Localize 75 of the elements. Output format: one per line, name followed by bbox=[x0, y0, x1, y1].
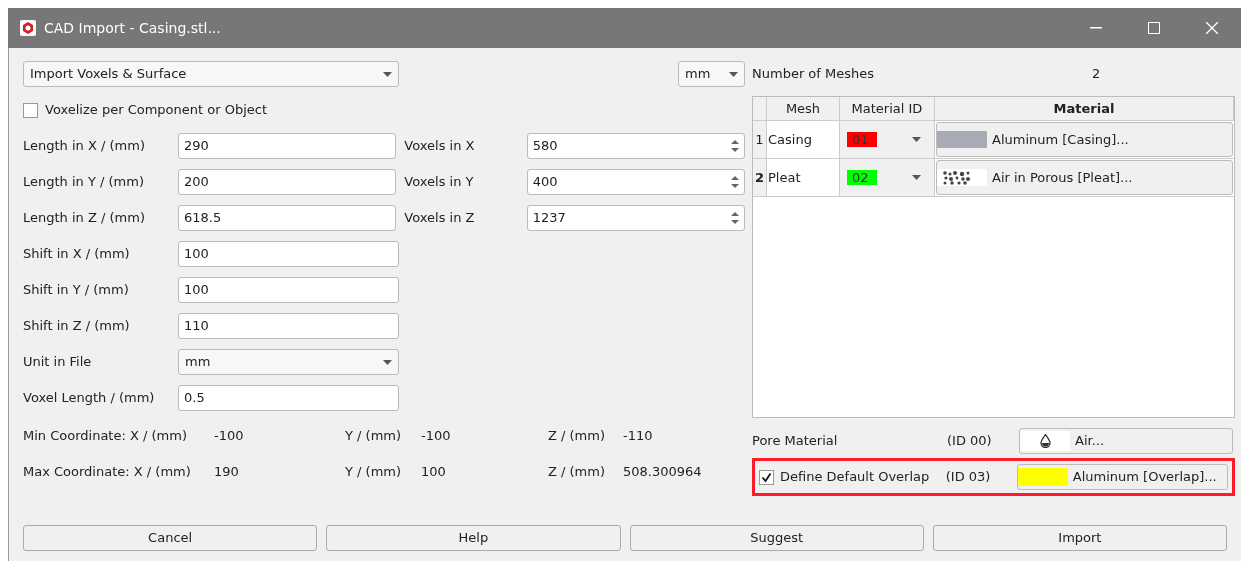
coordinate-value: -110 bbox=[623, 427, 653, 446]
unit-dropdown[interactable]: mm bbox=[678, 61, 745, 87]
row-header[interactable]: 2 bbox=[753, 159, 767, 196]
field-label: Length in Z / (mm) bbox=[23, 209, 146, 228]
material-button[interactable]: Air in Porous [Pleat]... bbox=[936, 160, 1233, 195]
mesh-count-value: 2 bbox=[1092, 65, 1101, 84]
column-header[interactable]: Material ID bbox=[840, 97, 935, 120]
input-field[interactable]: 100 bbox=[178, 241, 399, 267]
window-title: CAD Import - Casing.stl... bbox=[44, 18, 221, 38]
material-id-label: (ID 00) bbox=[947, 432, 993, 451]
maximize-icon bbox=[1148, 22, 1160, 34]
coordinate-label: Y / (mm) bbox=[345, 463, 403, 482]
field-label: Length in Y / (mm) bbox=[23, 173, 145, 192]
coordinate-label: Z / (mm) bbox=[548, 463, 607, 482]
coordinate-value: 100 bbox=[421, 463, 447, 482]
coordinate-label: Max Coordinate: X / (mm) bbox=[23, 463, 192, 482]
material-id-dropdown[interactable]: 02 bbox=[840, 159, 935, 196]
pore-material-button[interactable]: Air... bbox=[1019, 428, 1233, 454]
column-header[interactable]: Material bbox=[935, 97, 1234, 120]
close-icon bbox=[1206, 22, 1218, 34]
coordinate-value: -100 bbox=[214, 427, 245, 446]
field-label: Pore Material bbox=[752, 432, 839, 451]
spin-arrows-icon bbox=[731, 212, 739, 224]
input-field[interactable]: 100 bbox=[178, 277, 399, 303]
unit-in-file-dropdown[interactable]: mm bbox=[178, 349, 399, 375]
dialog-button[interactable]: Suggest bbox=[629, 525, 924, 551]
checkbox-label: Voxelize per Component or Object bbox=[45, 101, 267, 120]
field-label: Number of Meshes bbox=[752, 65, 875, 84]
dialog-button[interactable]: Import bbox=[932, 525, 1227, 551]
input-field[interactable]: 290 bbox=[178, 133, 397, 159]
row-header[interactable]: 1 bbox=[753, 121, 767, 158]
checkbox[interactable] bbox=[759, 469, 774, 485]
minimize-icon bbox=[1090, 27, 1102, 29]
caret-icon bbox=[912, 175, 921, 180]
dialog-button[interactable]: Help bbox=[326, 525, 621, 551]
column-header[interactable]: Mesh bbox=[767, 97, 840, 120]
checkbox-label: Define Default Overlap bbox=[780, 468, 931, 487]
field-label: Voxels in X bbox=[404, 137, 476, 156]
material-button[interactable]: Aluminum [Casing]... bbox=[936, 122, 1233, 157]
input-field[interactable]: 618.5 bbox=[178, 205, 397, 231]
number-spinbox[interactable]: 1237 bbox=[526, 205, 745, 231]
field-label: Shift in Y / (mm) bbox=[23, 281, 130, 300]
number-spinbox[interactable]: 580 bbox=[526, 133, 745, 159]
dialog-button[interactable]: Cancel bbox=[23, 525, 318, 551]
field-label: Shift in Z / (mm) bbox=[23, 317, 131, 336]
checkbox[interactable] bbox=[23, 102, 38, 118]
material-id-label: (ID 03) bbox=[945, 468, 992, 487]
coordinate-value: 190 bbox=[214, 463, 240, 482]
coordinate-label: Y / (mm) bbox=[345, 427, 403, 446]
droplet-icon bbox=[1039, 434, 1051, 448]
coordinate-label: Min Coordinate: X / (mm) bbox=[23, 427, 188, 446]
material-id-tag: 01 bbox=[847, 132, 877, 147]
mode-dropdown[interactable]: Import Voxels & Surface bbox=[23, 61, 399, 87]
coordinate-value: 508.300964 bbox=[623, 463, 702, 482]
caret-icon bbox=[383, 71, 392, 77]
field-label: Voxels in Y bbox=[404, 173, 475, 192]
spin-arrows-icon bbox=[731, 176, 739, 188]
caret-icon bbox=[912, 137, 921, 142]
field-label: Voxels in Z bbox=[404, 209, 476, 228]
input-field[interactable]: 200 bbox=[178, 169, 397, 195]
caret-icon bbox=[729, 71, 738, 77]
app-logo-icon bbox=[20, 20, 36, 36]
field-label: Length in X / (mm) bbox=[23, 137, 146, 156]
material-id-tag: 02 bbox=[847, 170, 877, 185]
overlap-material-button[interactable]: Aluminum [Overlap]... bbox=[1016, 464, 1228, 490]
input-field[interactable]: 0.5 bbox=[178, 385, 399, 411]
caret-icon bbox=[383, 359, 392, 365]
coordinate-value: -100 bbox=[421, 427, 452, 446]
number-spinbox[interactable]: 400 bbox=[526, 169, 745, 195]
field-label: Shift in X / (mm) bbox=[23, 245, 131, 264]
field-label: Unit in File bbox=[23, 353, 93, 372]
spin-arrows-icon bbox=[731, 140, 739, 152]
input-field[interactable]: 110 bbox=[178, 313, 399, 339]
coordinate-label: Z / (mm) bbox=[548, 427, 607, 446]
field-label: Voxel Length / (mm) bbox=[23, 389, 156, 408]
